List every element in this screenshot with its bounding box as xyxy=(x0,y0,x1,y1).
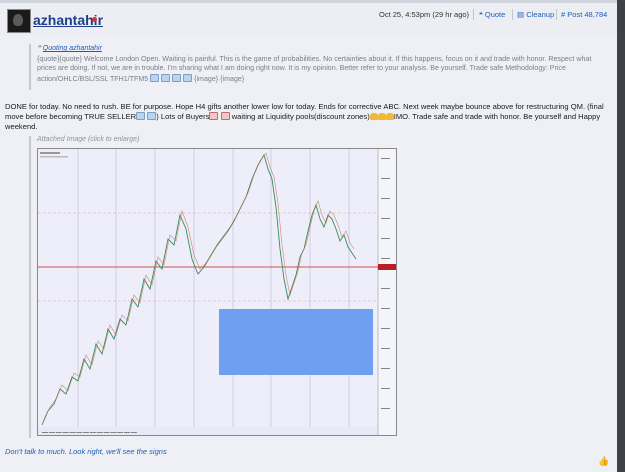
quote-label: Quote xyxy=(484,10,506,19)
pray-emoji-icon xyxy=(369,113,378,120)
forum-post: azhantahir Oct 25, 4:53pm (29 hr ago) ❝ … xyxy=(0,0,618,472)
signature: Don't talk to much. Look right, we'll se… xyxy=(5,447,167,456)
avatar[interactable] xyxy=(7,9,31,33)
svg-text:▬▬▬: ▬▬▬ xyxy=(381,286,390,290)
quote-author-link[interactable]: Quoting azhantahir xyxy=(43,45,102,52)
post-message: DONE for today. No need to rush. BE for … xyxy=(5,102,605,132)
pray-emoji-icon xyxy=(385,113,394,120)
message-text: waiting at Liquidity pools(discount zone… xyxy=(229,112,370,121)
seller-emoji-icon xyxy=(183,73,193,82)
quote-icon: ❝ xyxy=(479,12,483,19)
attached-chart-image[interactable]: ▬▬▬ ▬▬▬ ▬▬▬ ▬▬▬ ▬▬▬ ▬▬▬ ▬▬▬ ▬▬▬ ▬▬▬ ▬▬▬ ▬▬▬ ▬▬▬ ▬▬▬ … xyxy=(37,148,397,436)
quote-icon: ❝ xyxy=(37,45,41,52)
svg-text:▬▬▬: ▬▬▬ xyxy=(381,176,390,180)
divider xyxy=(512,9,513,20)
svg-text:▬▬▬: ▬▬▬ xyxy=(381,366,390,370)
svg-text:▬▬ ▬▬ ▬▬ ▬▬ ▬▬ ▬▬ ▬▬ ▬▬ ▬▬: ▬▬ ▬▬ ▬▬ ▬▬ ▬▬ ▬▬ ▬▬ ▬▬ ▬▬ ▬▬ ▬▬ ▬▬ ▬▬ ▬… xyxy=(42,430,137,434)
seller-emoji-icon xyxy=(172,73,182,82)
post-header: azhantahir Oct 25, 4:53pm (29 hr ago) ❝ … xyxy=(0,3,617,36)
svg-text:▬▬▬: ▬▬▬ xyxy=(381,236,390,240)
svg-text:▬▬▬: ▬▬▬ xyxy=(381,346,390,350)
quote-button[interactable]: ❝ Quote xyxy=(479,10,505,19)
cleanup-icon: ▤ xyxy=(517,10,525,19)
buyer-emoji-icon xyxy=(220,112,230,120)
svg-text:▬▬▬: ▬▬▬ xyxy=(381,196,390,200)
pray-emoji-icon xyxy=(377,113,386,120)
price-chart-graphic: ▬▬▬▬▬▬▬▬▬▬▬▬▬▬▬▬▬▬▬▬▬▬▬▬▬▬▬▬▬▬▬▬▬▬▬▬▬▬▬ … xyxy=(38,149,396,435)
seller-emoji-icon xyxy=(147,112,157,120)
quote-text: {quote}{quote} Welcome London Open. Wait… xyxy=(37,55,592,83)
cleanup-label: Cleanup xyxy=(526,10,555,19)
post-timestamp: Oct 25, 4:53pm (29 hr ago) xyxy=(379,10,470,19)
online-status-icon xyxy=(92,17,97,22)
svg-text:▬▬▬: ▬▬▬ xyxy=(381,326,390,330)
svg-text:▬▬▬: ▬▬▬ xyxy=(381,216,390,220)
like-icon[interactable]: 👍 xyxy=(598,456,609,467)
attachment-block: Attached Image (click to enlarge) ▬▬▬ ▬▬… xyxy=(29,136,407,438)
post-number-link[interactable]: # Post 48,784 xyxy=(561,10,607,19)
seller-emoji-icon xyxy=(161,73,171,82)
quote-block: ❝ Quoting azhantahir {quote}{quote} Welco… xyxy=(29,44,612,90)
buyer-emoji-icon xyxy=(209,112,219,120)
post-number: Post 48,784 xyxy=(567,10,608,19)
svg-text:▬▬▬: ▬▬▬ xyxy=(381,306,390,310)
seller-emoji-icon xyxy=(150,73,160,82)
svg-text:▬▬▬: ▬▬▬ xyxy=(381,406,390,410)
cleanup-button[interactable]: ▤ Cleanup xyxy=(517,10,554,19)
seller-emoji-icon xyxy=(136,112,146,120)
svg-text:▬▬▬: ▬▬▬ xyxy=(381,386,390,390)
attachment-label[interactable]: Attached Image (click to enlarge) xyxy=(37,136,407,143)
quote-body: {quote}{quote} Welcome London Open. Wait… xyxy=(37,55,612,84)
divider xyxy=(556,9,557,20)
post-icon: # xyxy=(561,10,566,19)
message-text: ) Lots of Buyers xyxy=(156,112,210,121)
svg-text:▬▬▬: ▬▬▬ xyxy=(381,156,390,160)
scrollbar[interactable] xyxy=(617,0,625,472)
quote-header[interactable]: ❝ Quoting azhantahir xyxy=(37,44,612,52)
quote-image-placeholders: {image} {image} xyxy=(194,74,245,83)
divider xyxy=(473,9,474,20)
svg-text:▬▬▬: ▬▬▬ xyxy=(381,256,390,260)
